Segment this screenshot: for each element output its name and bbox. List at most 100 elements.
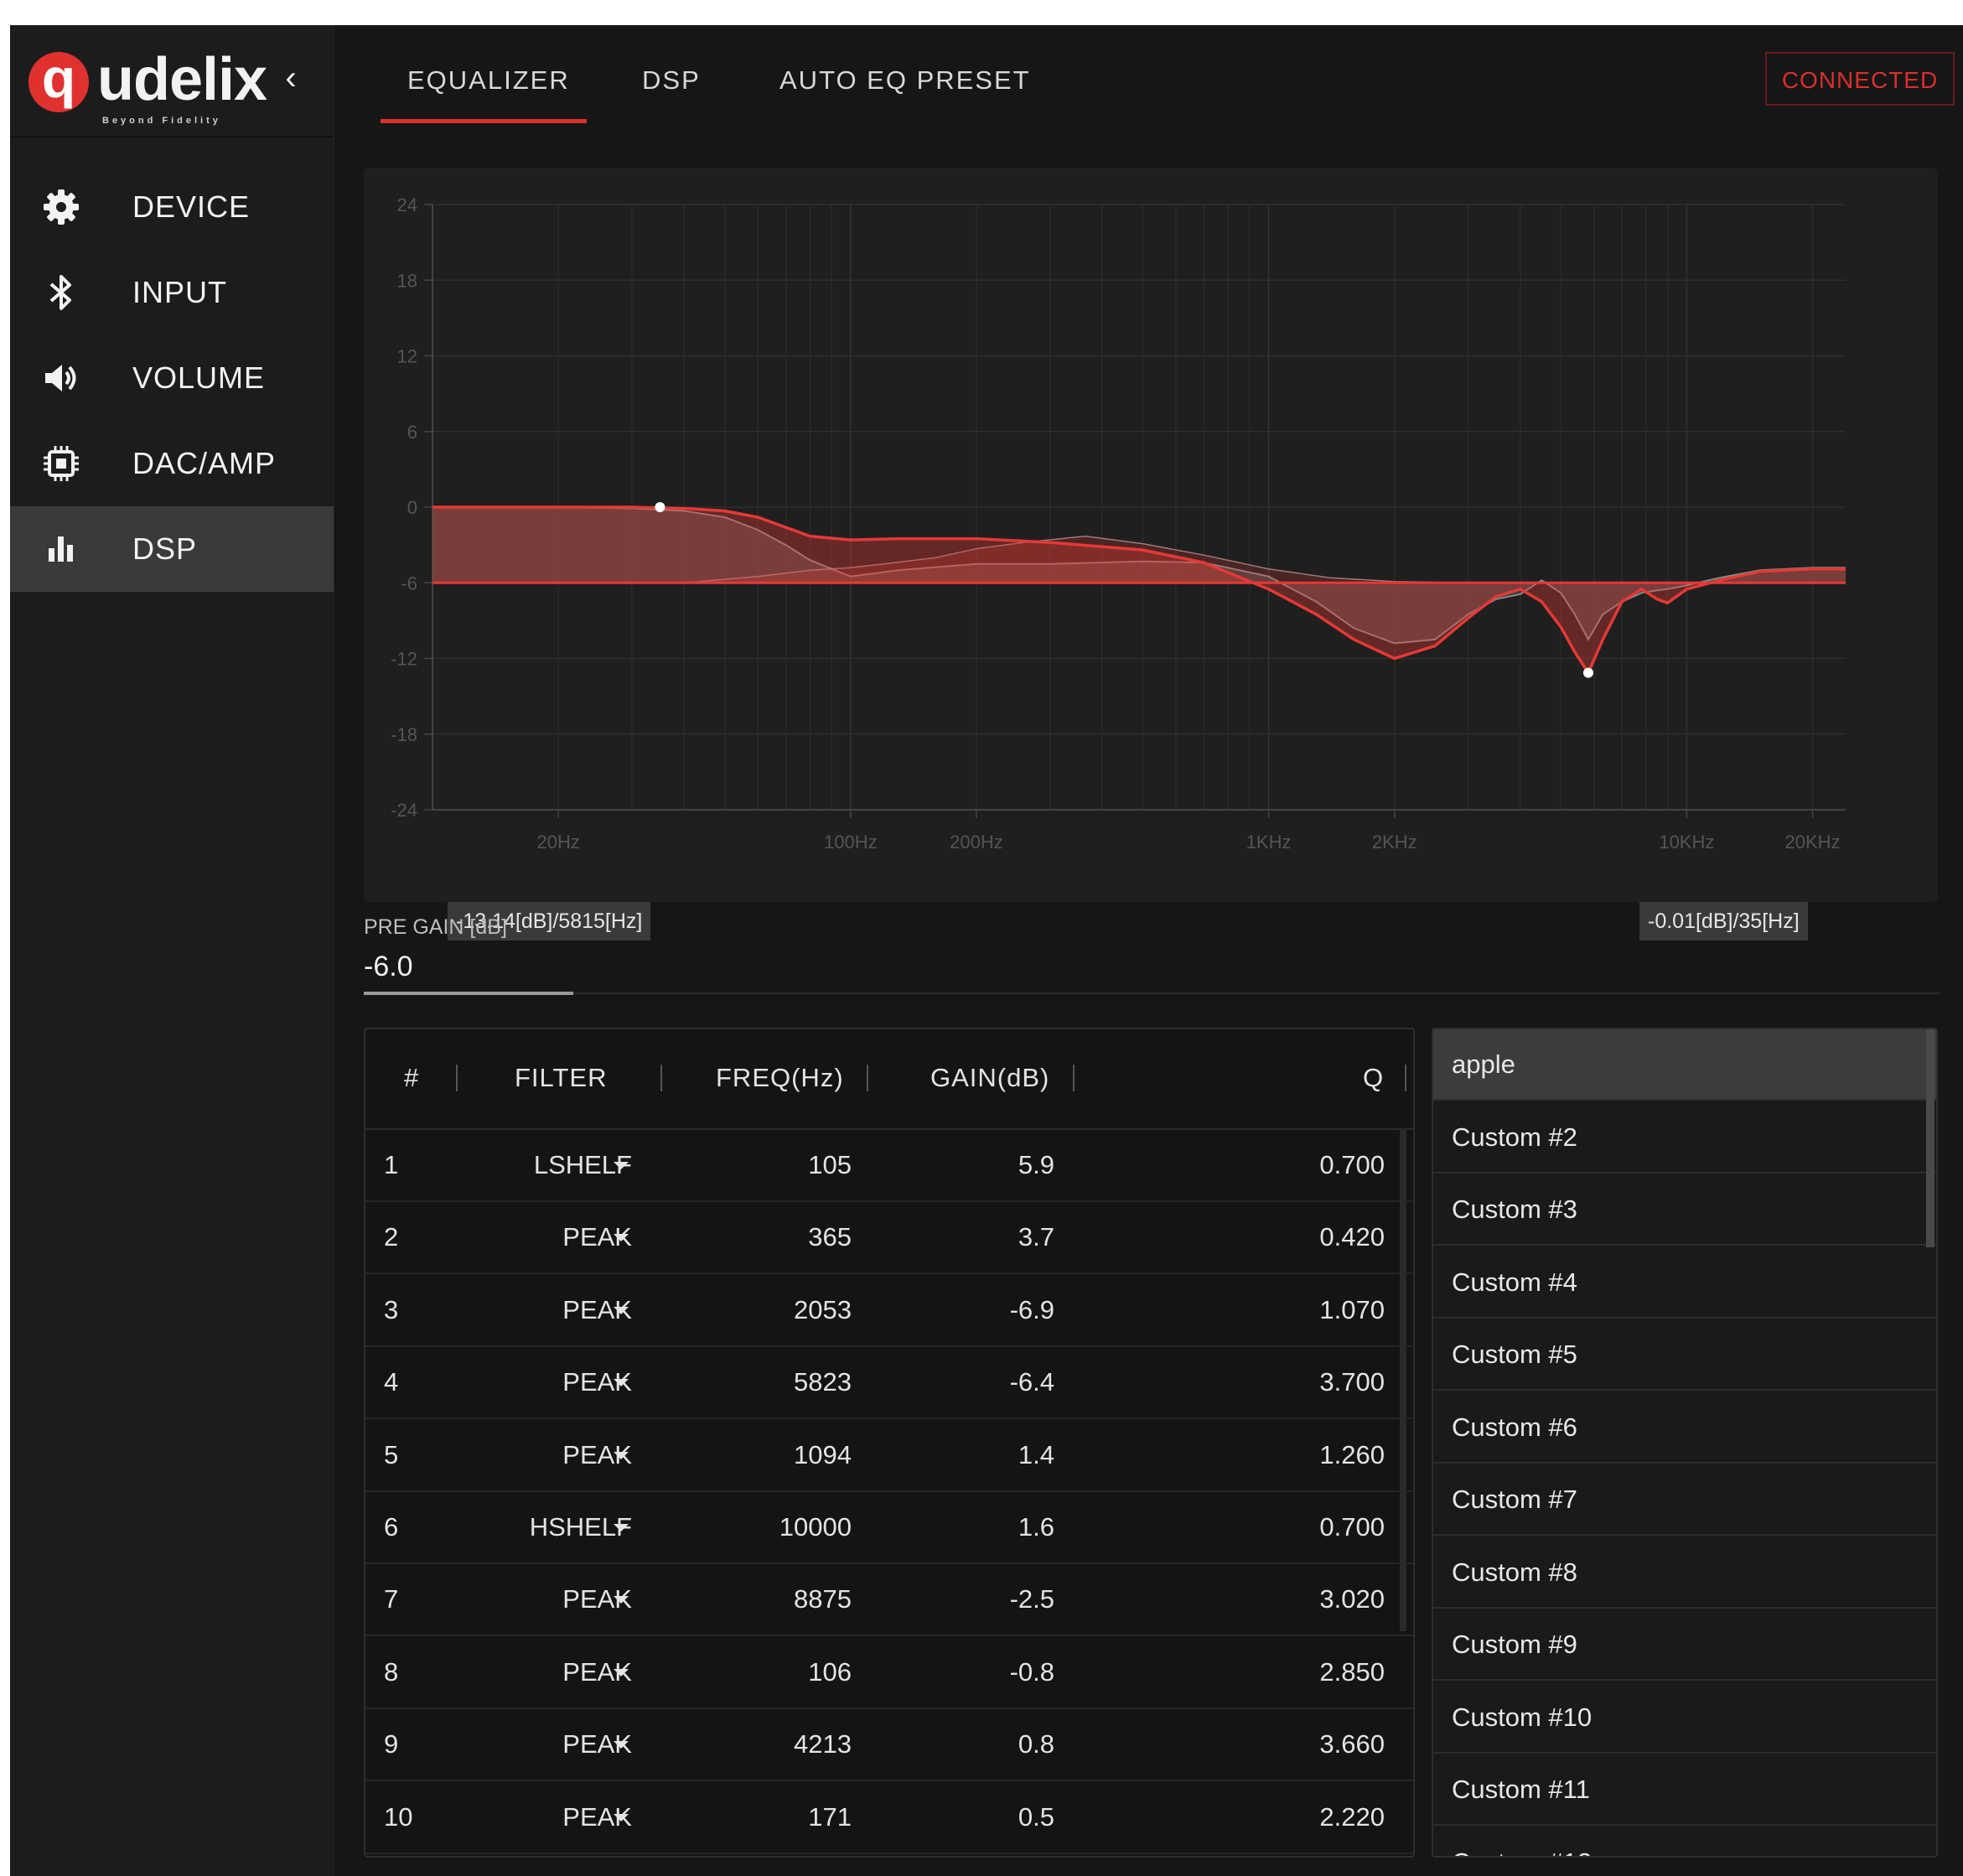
column-separator[interactable] [867,1065,868,1091]
eq-graph[interactable]: 24 18 12 6 0 -6 -12 -18 -24 20Hz 100Hz 200Hz 1KHz 2KH… [364,168,1938,902]
sidebar-item-label: DEVICE [132,189,251,224]
chip-icon [40,443,82,485]
filter-handle[interactable] [1582,667,1593,678]
table-row[interactable]: 1 LSHELF 105 5.9 0.700 [365,1128,1413,1202]
gear-icon [40,186,82,228]
filter-table: # FILTER FREQ(Hz) GAIN(dB) Q 1 LSHELF 105 5… [364,1028,1415,1858]
preset-item[interactable]: Custom #3 [1433,1174,1936,1246]
preset-item[interactable]: apple [1433,1029,1936,1101]
y-tick-label: 12 [397,346,417,367]
pregain-underline [364,992,1940,994]
column-separator[interactable] [1405,1065,1406,1091]
x-tick-label: 200Hz [950,832,1003,852]
logo-letter: q [28,50,89,112]
column-header-q[interactable]: Q [1363,1063,1384,1093]
q-input[interactable]: 0.700 [365,1512,1385,1542]
logo-word: udelix [97,46,267,113]
column-header-filter[interactable]: FILTER [515,1063,608,1093]
y-tick-label: 18 [397,270,417,291]
y-tick-label: 6 [407,422,417,443]
q-input[interactable]: 0.700 [365,1150,1385,1180]
x-tick-label: 1KHz [1246,832,1292,852]
y-tick-label: -24 [391,800,417,821]
q-input[interactable]: 3.020 [365,1584,1385,1614]
tab-dsp[interactable]: DSP [642,65,701,96]
q-input[interactable]: 2.220 [365,1802,1385,1832]
preset-label: Custom #9 [1452,1630,1577,1659]
volume-icon [40,357,82,399]
preset-item[interactable]: Custom #11 [1433,1754,1936,1826]
sidebar-item-label: VOLUME [132,360,266,395]
x-tick-label: 2KHz [1372,832,1417,852]
preset-item[interactable]: Custom #6 [1433,1392,1936,1464]
q-input[interactable]: 0.420 [365,1222,1385,1252]
q-input[interactable]: 3.660 [365,1729,1385,1759]
bluetooth-icon [40,272,82,314]
sidebar-item-label: INPUT [132,275,227,309]
logo-tagline: Beyond Fidelity [102,116,221,126]
q-input[interactable]: 3.700 [365,1367,1385,1397]
q-input[interactable]: 1.070 [365,1295,1385,1325]
column-header-number[interactable]: # [404,1063,419,1093]
preset-item[interactable]: Custom #4 [1433,1247,1936,1319]
sidebar-item-device[interactable]: DEVICE [10,164,334,250]
sidebar-nav: DEVICE INPUT VOLUME DAC/AMP DSP [10,164,334,592]
preset-list: apple Custom #2 Custom #3 Custom #4 Custom #… [1432,1028,1938,1858]
preset-item[interactable]: Custom #9 [1433,1609,1936,1681]
q-input[interactable]: 2.850 [365,1657,1385,1687]
preset-item[interactable]: Custom #12 [1433,1827,1936,1857]
table-row[interactable]: 6 HSHELF 10000 1.6 0.700 [365,1490,1413,1564]
preset-label: Custom #12 [1452,1847,1592,1857]
table-row[interactable]: 8 PEAK 106 -0.8 2.850 [365,1635,1413,1709]
table-row[interactable]: 2 PEAK 365 3.7 0.420 [365,1200,1413,1275]
chevron-left-icon[interactable]: ‹ [270,57,312,99]
tab-equalizer[interactable]: EQUALIZER [407,65,570,96]
table-row[interactable]: 10 PEAK 171 0.5 2.220 [365,1780,1413,1854]
sidebar-item-label: DAC/AMP [132,446,277,480]
sidebar-item-dac-amp[interactable]: DAC/AMP [10,421,334,506]
pregain-input-underline [364,992,573,995]
preset-label: Custom #8 [1452,1557,1577,1587]
y-tick-label: 0 [407,497,417,518]
x-tick-label: 100Hz [824,832,878,852]
preset-item[interactable]: Custom #2 [1433,1102,1936,1174]
preset-scrollbar[interactable] [1926,1029,1935,1247]
sidebar: q udelix Beyond Fidelity ‹ DEVICE INPUT … [10,25,334,1876]
preset-label: Custom #3 [1452,1195,1577,1224]
column-separator[interactable] [660,1065,662,1091]
preset-item[interactable]: Custom #8 [1433,1537,1936,1609]
preset-item[interactable]: Custom #5 [1433,1319,1936,1391]
bar-chart-icon [40,528,82,570]
column-separator[interactable] [456,1065,458,1091]
sidebar-item-label: DSP [132,531,198,566]
column-header-freq[interactable]: FREQ(Hz) [716,1063,844,1093]
column-separator[interactable] [1073,1065,1075,1091]
table-header: # FILTER FREQ(Hz) GAIN(dB) Q [365,1029,1413,1130]
filter-handle[interactable] [655,502,666,512]
table-row[interactable]: 5 PEAK 1094 1.4 1.260 [365,1418,1413,1492]
preset-label: Custom #2 [1452,1122,1577,1152]
table-row[interactable]: 7 PEAK 8875 -2.5 3.020 [365,1562,1413,1637]
tab-auto-eq-preset[interactable]: AUTO EQ PRESET [780,65,1031,96]
preset-item[interactable]: Custom #7 [1433,1464,1936,1536]
preset-label: Custom #10 [1452,1702,1593,1732]
table-row[interactable]: 9 PEAK 4213 0.8 3.660 [365,1708,1413,1782]
preset-item[interactable]: Custom #10 [1433,1682,1936,1754]
sidebar-item-dsp[interactable]: DSP [10,506,334,592]
sidebar-divider [10,136,334,137]
eq-graph-panel[interactable]: 24 18 12 6 0 -6 -12 -18 -24 20Hz 100Hz 200Hz 1KHz 2KH… [364,168,1938,941]
table-row[interactable]: 4 PEAK 5823 -6.4 3.700 [365,1345,1413,1420]
app-window: q udelix Beyond Fidelity ‹ DEVICE INPUT … [10,25,1963,1876]
pregain-input[interactable]: -6.0 [364,951,413,983]
preset-label: Custom #5 [1452,1340,1577,1369]
table-scrollbar[interactable] [1400,1128,1406,1631]
y-tick-label: -18 [391,724,417,745]
preset-label: apple [1452,1049,1515,1079]
q-input[interactable]: 1.260 [365,1440,1385,1470]
sidebar-item-input[interactable]: INPUT [10,250,334,335]
column-header-gain[interactable]: GAIN(dB) [930,1063,1049,1093]
sidebar-item-volume[interactable]: VOLUME [10,335,334,421]
table-row[interactable]: 3 PEAK 2053 -6.9 1.070 [365,1273,1413,1347]
preset-label: Custom #7 [1452,1485,1577,1514]
x-tick-label: 20Hz [536,832,579,852]
